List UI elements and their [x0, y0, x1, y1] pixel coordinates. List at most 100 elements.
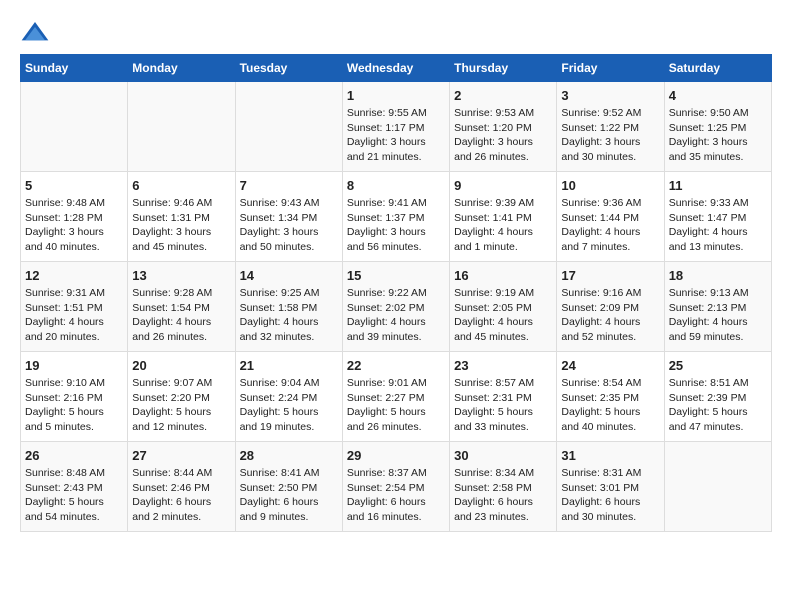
calendar-cell: 29 Sunrise: 8:37 AM Sunset: 2:54 PM Dayli…	[342, 442, 449, 532]
calendar-cell: 27 Sunrise: 8:44 AM Sunset: 2:46 PM Dayli…	[128, 442, 235, 532]
day-number: 3	[561, 88, 659, 103]
cell-content: Sunrise: 9:19 AM Sunset: 2:05 PM Dayligh…	[454, 286, 552, 345]
cell-content: Sunrise: 8:48 AM Sunset: 2:43 PM Dayligh…	[25, 466, 123, 525]
cell-content: Sunrise: 9:39 AM Sunset: 1:41 PM Dayligh…	[454, 196, 552, 255]
calendar-cell: 5Sunrise: 9:48 AM Sunset: 1:28 PM Daylig…	[21, 172, 128, 262]
day-number: 20	[132, 358, 230, 373]
cell-content: Sunrise: 9:04 AM Sunset: 2:24 PM Dayligh…	[240, 376, 338, 435]
day-number: 21	[240, 358, 338, 373]
calendar-cell: 8 Sunrise: 9:41 AM Sunset: 1:37 PM Daylig…	[342, 172, 449, 262]
cell-content: Sunrise: 9:28 AM Sunset: 1:54 PM Dayligh…	[132, 286, 230, 345]
calendar-cell: 22Sunrise: 9:01 AM Sunset: 2:27 PM Dayli…	[342, 352, 449, 442]
cell-content: Sunrise: 8:51 AM Sunset: 2:39 PM Dayligh…	[669, 376, 767, 435]
cell-content: Sunrise: 8:41 AM Sunset: 2:50 PM Dayligh…	[240, 466, 338, 525]
day-number: 25	[669, 358, 767, 373]
calendar-table: SundayMondayTuesdayWednesdayThursdayFrid…	[20, 54, 772, 532]
cell-content: Sunrise: 9:01 AM Sunset: 2:27 PM Dayligh…	[347, 376, 445, 435]
calendar-cell: 14 Sunrise: 9:25 AM Sunset: 1:58 PM Dayli…	[235, 262, 342, 352]
calendar-cell: 23 Sunrise: 8:57 AM Sunset: 2:31 PM Dayli…	[450, 352, 557, 442]
calendar-cell: 19Sunrise: 9:10 AM Sunset: 2:16 PM Dayli…	[21, 352, 128, 442]
day-number: 31	[561, 448, 659, 463]
day-number: 26	[25, 448, 123, 463]
header-wednesday: Wednesday	[342, 55, 449, 82]
day-number: 29	[347, 448, 445, 463]
logo-icon	[20, 20, 50, 44]
cell-content: Sunrise: 9:53 AM Sunset: 1:20 PM Dayligh…	[454, 106, 552, 165]
calendar-cell	[664, 442, 771, 532]
header-thursday: Thursday	[450, 55, 557, 82]
cell-content: Sunrise: 9:13 AM Sunset: 2:13 PM Dayligh…	[669, 286, 767, 345]
day-number: 27	[132, 448, 230, 463]
page-header	[20, 20, 772, 44]
week-row-3: 12Sunrise: 9:31 AM Sunset: 1:51 PM Dayli…	[21, 262, 772, 352]
calendar-cell: 16 Sunrise: 9:19 AM Sunset: 2:05 PM Dayli…	[450, 262, 557, 352]
calendar-cell: 26 Sunrise: 8:48 AM Sunset: 2:43 PM Dayli…	[21, 442, 128, 532]
header-tuesday: Tuesday	[235, 55, 342, 82]
calendar-cell: 12Sunrise: 9:31 AM Sunset: 1:51 PM Dayli…	[21, 262, 128, 352]
week-row-2: 5Sunrise: 9:48 AM Sunset: 1:28 PM Daylig…	[21, 172, 772, 262]
cell-content: Sunrise: 9:36 AM Sunset: 1:44 PM Dayligh…	[561, 196, 659, 255]
calendar-cell: 28 Sunrise: 8:41 AM Sunset: 2:50 PM Dayli…	[235, 442, 342, 532]
cell-content: Sunrise: 9:16 AM Sunset: 2:09 PM Dayligh…	[561, 286, 659, 345]
day-number: 10	[561, 178, 659, 193]
calendar-cell: 18 Sunrise: 9:13 AM Sunset: 2:13 PM Dayli…	[664, 262, 771, 352]
calendar-cell: 11 Sunrise: 9:33 AM Sunset: 1:47 PM Dayli…	[664, 172, 771, 262]
calendar-cell: 17 Sunrise: 9:16 AM Sunset: 2:09 PM Dayli…	[557, 262, 664, 352]
day-number: 7	[240, 178, 338, 193]
cell-content: Sunrise: 9:46 AM Sunset: 1:31 PM Dayligh…	[132, 196, 230, 255]
calendar-cell: 1 Sunrise: 9:55 AM Sunset: 1:17 PM Daylig…	[342, 82, 449, 172]
cell-content: Sunrise: 9:07 AM Sunset: 2:20 PM Dayligh…	[132, 376, 230, 435]
logo	[20, 20, 54, 44]
cell-content: Sunrise: 9:43 AM Sunset: 1:34 PM Dayligh…	[240, 196, 338, 255]
day-number: 13	[132, 268, 230, 283]
day-number: 6	[132, 178, 230, 193]
calendar-cell: 3Sunrise: 9:52 AM Sunset: 1:22 PM Daylig…	[557, 82, 664, 172]
calendar-cell: 25 Sunrise: 8:51 AM Sunset: 2:39 PM Dayli…	[664, 352, 771, 442]
calendar-cell: 21 Sunrise: 9:04 AM Sunset: 2:24 PM Dayli…	[235, 352, 342, 442]
calendar-cell: 15Sunrise: 9:22 AM Sunset: 2:02 PM Dayli…	[342, 262, 449, 352]
calendar-cell	[235, 82, 342, 172]
calendar-cell	[128, 82, 235, 172]
calendar-cell: 4Sunrise: 9:50 AM Sunset: 1:25 PM Daylig…	[664, 82, 771, 172]
day-number: 17	[561, 268, 659, 283]
cell-content: Sunrise: 9:41 AM Sunset: 1:37 PM Dayligh…	[347, 196, 445, 255]
cell-content: Sunrise: 8:57 AM Sunset: 2:31 PM Dayligh…	[454, 376, 552, 435]
cell-content: Sunrise: 9:33 AM Sunset: 1:47 PM Dayligh…	[669, 196, 767, 255]
calendar-cell: 9Sunrise: 9:39 AM Sunset: 1:41 PM Daylig…	[450, 172, 557, 262]
calendar-cell: 2 Sunrise: 9:53 AM Sunset: 1:20 PM Daylig…	[450, 82, 557, 172]
calendar-cell: 31 Sunrise: 8:31 AM Sunset: 3:01 PM Dayli…	[557, 442, 664, 532]
day-number: 16	[454, 268, 552, 283]
day-number: 18	[669, 268, 767, 283]
calendar-cell: 30Sunrise: 8:34 AM Sunset: 2:58 PM Dayli…	[450, 442, 557, 532]
cell-content: Sunrise: 8:54 AM Sunset: 2:35 PM Dayligh…	[561, 376, 659, 435]
header-friday: Friday	[557, 55, 664, 82]
cell-content: Sunrise: 9:55 AM Sunset: 1:17 PM Dayligh…	[347, 106, 445, 165]
calendar-cell: 6 Sunrise: 9:46 AM Sunset: 1:31 PM Daylig…	[128, 172, 235, 262]
week-row-4: 19Sunrise: 9:10 AM Sunset: 2:16 PM Dayli…	[21, 352, 772, 442]
days-header-row: SundayMondayTuesdayWednesdayThursdayFrid…	[21, 55, 772, 82]
calendar-cell	[21, 82, 128, 172]
cell-content: Sunrise: 9:31 AM Sunset: 1:51 PM Dayligh…	[25, 286, 123, 345]
day-number: 14	[240, 268, 338, 283]
header-monday: Monday	[128, 55, 235, 82]
day-number: 23	[454, 358, 552, 373]
calendar-cell: 10 Sunrise: 9:36 AM Sunset: 1:44 PM Dayli…	[557, 172, 664, 262]
day-number: 2	[454, 88, 552, 103]
day-number: 8	[347, 178, 445, 193]
cell-content: Sunrise: 9:48 AM Sunset: 1:28 PM Dayligh…	[25, 196, 123, 255]
header-saturday: Saturday	[664, 55, 771, 82]
cell-content: Sunrise: 8:44 AM Sunset: 2:46 PM Dayligh…	[132, 466, 230, 525]
week-row-1: 1 Sunrise: 9:55 AM Sunset: 1:17 PM Daylig…	[21, 82, 772, 172]
cell-content: Sunrise: 8:37 AM Sunset: 2:54 PM Dayligh…	[347, 466, 445, 525]
day-number: 1	[347, 88, 445, 103]
header-sunday: Sunday	[21, 55, 128, 82]
day-number: 28	[240, 448, 338, 463]
day-number: 30	[454, 448, 552, 463]
week-row-5: 26 Sunrise: 8:48 AM Sunset: 2:43 PM Dayli…	[21, 442, 772, 532]
calendar-cell: 24Sunrise: 8:54 AM Sunset: 2:35 PM Dayli…	[557, 352, 664, 442]
cell-content: Sunrise: 9:25 AM Sunset: 1:58 PM Dayligh…	[240, 286, 338, 345]
cell-content: Sunrise: 8:31 AM Sunset: 3:01 PM Dayligh…	[561, 466, 659, 525]
calendar-cell: 20 Sunrise: 9:07 AM Sunset: 2:20 PM Dayli…	[128, 352, 235, 442]
cell-content: Sunrise: 9:22 AM Sunset: 2:02 PM Dayligh…	[347, 286, 445, 345]
day-number: 11	[669, 178, 767, 193]
